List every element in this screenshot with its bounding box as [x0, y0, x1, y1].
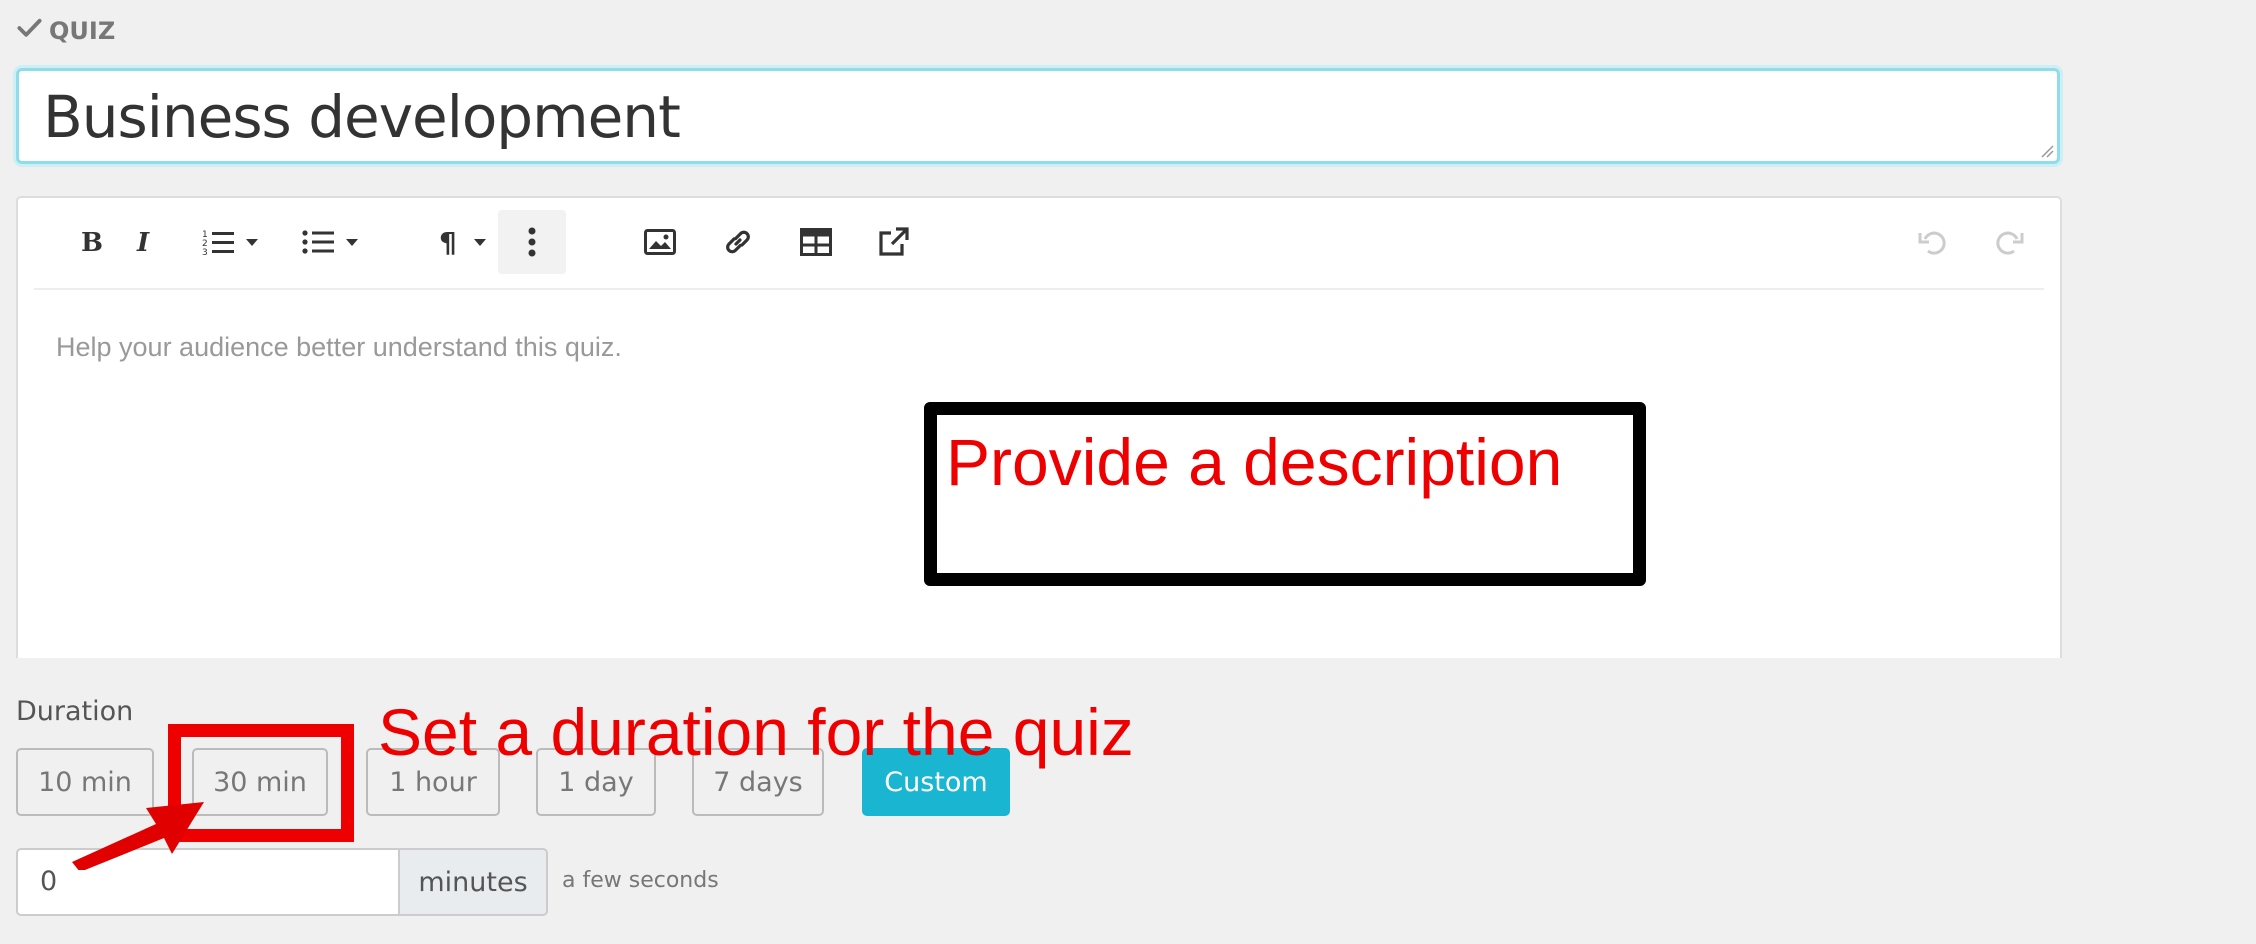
redo-icon [1996, 231, 2024, 255]
insert-image-button[interactable] [640, 210, 680, 274]
more-options-button[interactable] [498, 210, 566, 274]
bold-button[interactable]: B [74, 210, 106, 274]
external-link-icon [879, 227, 909, 256]
duration-label: Duration [16, 696, 134, 727]
bold-icon: B [81, 228, 102, 256]
bulleted-list-icon [302, 230, 334, 254]
undo-icon [1918, 231, 1946, 255]
relative-time-hint: a few seconds [562, 868, 719, 893]
bulleted-list-button[interactable] [290, 210, 370, 274]
quiz-header-label: QUIZ [49, 16, 116, 45]
redo-button[interactable] [1990, 210, 2030, 274]
annotation-duration-note: Set a duration for the quiz [378, 695, 1134, 769]
svg-text:I: I [136, 228, 150, 256]
resize-grip-icon[interactable] [2040, 144, 2054, 158]
minutes-unit-label: minutes [398, 848, 548, 916]
annotation-arrow-icon [72, 802, 204, 870]
ordered-list-button[interactable]: 1 2 3 [190, 210, 270, 274]
insert-link-button[interactable] [718, 210, 758, 274]
insert-table-button[interactable] [796, 210, 836, 274]
description-placeholder: Help your audience better understand thi… [56, 332, 622, 362]
svg-text:B: B [81, 228, 102, 256]
ordered-list-icon: 1 2 3 [202, 230, 234, 256]
annotation-description-note: Provide a description [946, 425, 1563, 499]
link-icon [726, 230, 750, 254]
italic-icon: I [136, 228, 150, 256]
undo-button[interactable] [1912, 210, 1952, 274]
chevron-down-icon [474, 238, 486, 246]
editor-toolbar: B I 1 2 3 ¶ [34, 198, 2044, 290]
quiz-header: QUIZ [16, 14, 115, 47]
italic-button[interactable]: I [130, 210, 158, 274]
more-vertical-icon [528, 227, 536, 257]
table-icon [800, 228, 832, 256]
embed-button[interactable] [874, 210, 914, 274]
svg-text:¶: ¶ [439, 227, 457, 257]
check-icon [16, 14, 43, 47]
chevron-down-icon [346, 238, 358, 246]
quiz-title-value: Business development [43, 83, 681, 151]
paragraph-format-button[interactable]: ¶ [430, 210, 494, 274]
quiz-title-input[interactable]: Business development [16, 68, 2060, 164]
paragraph-icon: ¶ [439, 227, 457, 257]
svg-text:3: 3 [202, 248, 208, 256]
chevron-down-icon [246, 238, 258, 246]
image-icon [644, 229, 676, 255]
